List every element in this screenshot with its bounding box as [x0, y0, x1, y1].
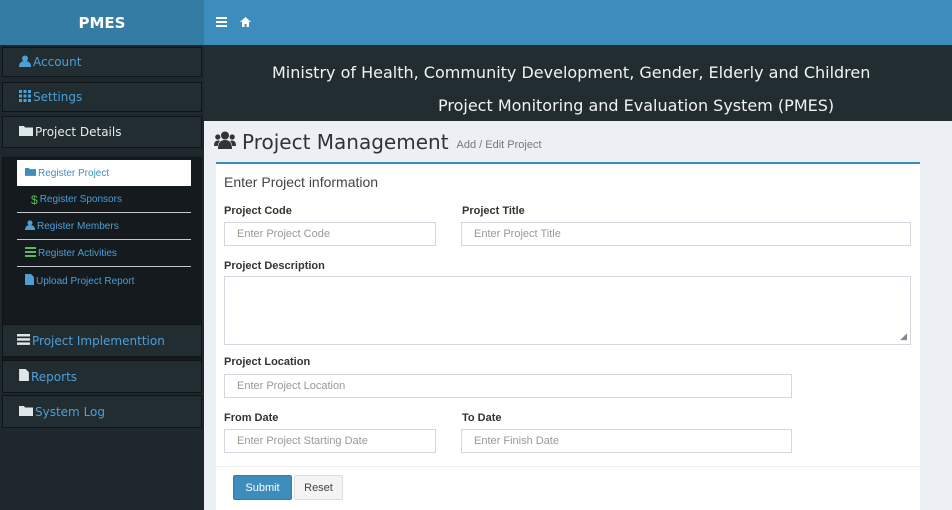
project-location-input[interactable]: Enter Project Location [224, 374, 792, 398]
project-form-box: Enter Project information Project Code E… [216, 162, 920, 510]
top-navbar [204, 0, 952, 45]
sidebar-item-label: System Log [35, 404, 105, 419]
file-icon [25, 274, 34, 288]
dollar-icon: $ [31, 192, 38, 207]
to-date-input[interactable]: Enter Finish Date [461, 429, 792, 453]
hamburger-menu-icon[interactable] [216, 14, 227, 30]
submit-button[interactable]: Submit [233, 475, 292, 500]
submenu-item-label: Register Project [38, 167, 110, 179]
project-code-label: Project Code [224, 205, 292, 217]
project-description-textarea[interactable]: ◢ [224, 276, 911, 345]
ministry-name: Ministry of Health, Community Developmen… [272, 63, 871, 82]
submenu-item-register-project[interactable]: Register Project [17, 160, 191, 186]
sidebar-item-label: Account [33, 55, 82, 69]
resize-handle-icon[interactable]: ◢ [900, 331, 907, 342]
project-title-label: Project Title [462, 205, 525, 217]
sidebar-item-label: Settings [33, 90, 83, 104]
brand-text: PMES [78, 13, 126, 32]
box-title: Enter Project information [224, 174, 379, 190]
file-icon [19, 369, 29, 384]
submenu-item-label: Register Activities [38, 248, 117, 259]
sidebar-item-label: Reports [31, 369, 78, 384]
list-icon [25, 247, 36, 260]
system-name: Project Monitoring and Evaluation System… [438, 96, 835, 115]
list-icon [17, 333, 30, 348]
to-date-label: To Date [462, 412, 502, 424]
brand-logo[interactable]: PMES [0, 0, 204, 45]
ministry-header: Ministry of Health, Community Developmen… [204, 45, 952, 121]
submenu-item-label: Register Sponsors [39, 194, 122, 205]
submenu-item-label: Register Members [37, 221, 119, 232]
folder-icon [19, 125, 33, 139]
sidebar-item-account[interactable]: Account [2, 47, 202, 77]
users-icon [214, 131, 236, 154]
folder-icon [25, 167, 36, 179]
project-title-input[interactable]: Enter Project Title [461, 222, 911, 246]
project-location-label: Project Location [224, 356, 311, 368]
sidebar-item-system-log[interactable]: System Log [2, 395, 202, 428]
grid-icon [19, 89, 31, 105]
sidebar: Account Settings Project Details Registe… [0, 45, 204, 510]
submenu-item-label: Upload Project Report [36, 275, 135, 287]
user-icon [25, 220, 35, 233]
project-code-input[interactable]: Enter Project Code [224, 222, 436, 246]
submenu-item-register-sponsors[interactable]: $ Register Sponsors [17, 187, 191, 213]
home-icon[interactable] [240, 14, 251, 30]
sidebar-item-project-details[interactable]: Project Details [2, 116, 202, 148]
project-description-label: Project Description [224, 260, 325, 272]
sidebar-item-settings[interactable]: Settings [2, 82, 202, 112]
submenu-item-register-activities[interactable]: Register Activities [17, 241, 191, 267]
folder-icon [19, 405, 33, 419]
from-date-input[interactable]: Enter Project Starting Date [224, 429, 436, 453]
sidebar-item-label: Project Implementtion [32, 333, 165, 348]
sidebar-item-label: Project Details [35, 125, 122, 139]
submenu-item-upload-report[interactable]: Upload Project Report [17, 268, 191, 294]
sidebar-item-project-implementation[interactable]: Project Implementtion [2, 324, 202, 357]
reset-button[interactable]: Reset [294, 475, 343, 500]
page-title: Project Management [242, 130, 449, 154]
submenu-item-register-members[interactable]: Register Members [17, 214, 191, 240]
user-icon [19, 55, 31, 70]
page-subtitle: Add / Edit Project [456, 139, 542, 151]
sidebar-item-reports[interactable]: Reports [2, 360, 202, 393]
page-title-row: Project Management Add / Edit Project [214, 130, 542, 154]
from-date-label: From Date [224, 412, 279, 424]
form-divider [216, 466, 920, 467]
